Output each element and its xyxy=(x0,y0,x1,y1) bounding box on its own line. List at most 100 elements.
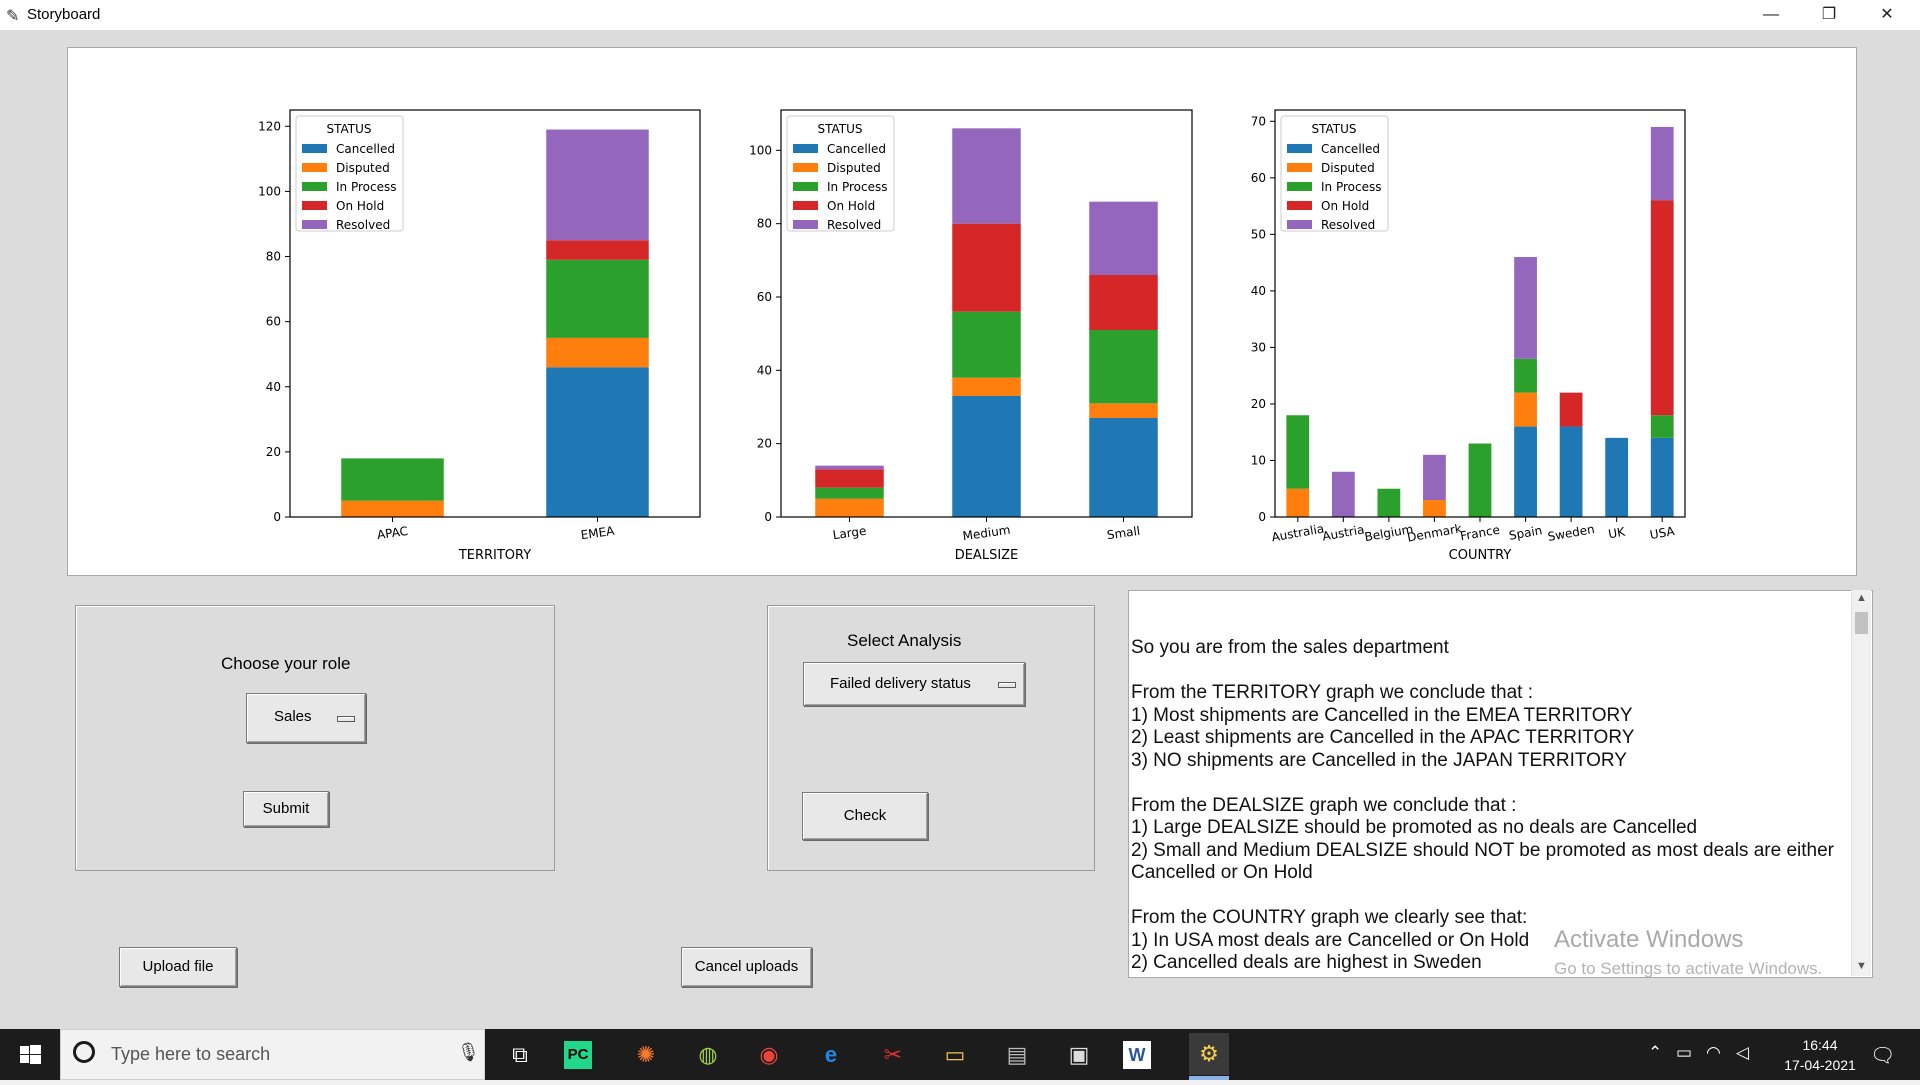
title-bar: ✎ Storyboard — ❐ ✕ xyxy=(0,0,1920,31)
bar-resolved xyxy=(1650,126,1674,201)
bar-in-process xyxy=(1650,415,1674,438)
output-line: So you are from the sales department xyxy=(1131,637,1449,658)
bar-cancelled xyxy=(1605,437,1629,517)
x-tick-label: Spain xyxy=(1508,523,1543,543)
pycharm-icon[interactable]: PC xyxy=(564,1041,592,1069)
scroll-thumb[interactable] xyxy=(1855,612,1868,634)
legend-label: Cancelled xyxy=(336,142,395,156)
bar-disputed xyxy=(815,498,884,517)
clock-date: 17-04-2021 xyxy=(1784,1057,1856,1073)
taskbar-search[interactable]: Type here to search 🎙 xyxy=(60,1029,485,1080)
legend-swatch xyxy=(793,220,818,229)
bar-resolved xyxy=(1089,201,1158,275)
upload-file-button[interactable]: Upload file xyxy=(119,947,237,987)
bar-resolved xyxy=(1514,256,1537,359)
y-tick-label: 30 xyxy=(1251,340,1266,354)
bar-in-process xyxy=(546,259,649,338)
x-tick-label: Sweden xyxy=(1547,522,1596,544)
bar-in-process xyxy=(1089,330,1158,404)
output-scrollbar[interactable]: ▲ ▼ xyxy=(1851,590,1871,976)
legend-label: Resolved xyxy=(827,218,881,232)
edge-icon[interactable]: e xyxy=(813,1037,849,1073)
bar-resolved xyxy=(1331,471,1355,517)
android-app-icon[interactable]: ◍ xyxy=(690,1037,726,1073)
legend-title: STATUS xyxy=(817,122,862,136)
analysis-dropdown[interactable]: Failed delivery status xyxy=(803,662,1025,706)
close-button[interactable]: ✕ xyxy=(1864,0,1910,30)
legend-swatch xyxy=(793,182,818,191)
bar-in-process xyxy=(1514,358,1537,393)
legend-swatch xyxy=(302,144,327,153)
analysis-label: Select Analysis xyxy=(847,631,962,650)
bar-on-hold xyxy=(1650,200,1674,416)
legend-label: Cancelled xyxy=(1321,142,1380,156)
x-tick-label: Large xyxy=(832,524,867,543)
terminal-icon[interactable]: ▣ xyxy=(1061,1037,1097,1073)
notifications-icon[interactable]: 🗨 xyxy=(1870,1043,1895,1068)
y-tick-label: 50 xyxy=(1251,227,1266,241)
bar-on-hold xyxy=(1089,275,1158,330)
taskbar-clock[interactable]: 16:44 17-04-2021 xyxy=(1780,1035,1860,1075)
output-line: 1) Most shipments are Cancelled in the E… xyxy=(1131,704,1633,726)
check-button[interactable]: Check xyxy=(802,792,928,840)
app-window-icon[interactable]: ▤ xyxy=(999,1037,1035,1073)
start-button[interactable] xyxy=(0,1029,60,1080)
y-tick-label: 70 xyxy=(1251,114,1266,128)
legend-title: STATUS xyxy=(1311,122,1356,136)
cortana-circle-icon xyxy=(73,1041,95,1063)
x-tick-label: APAC xyxy=(376,524,409,542)
legend-swatch xyxy=(302,201,327,210)
legend-label: In Process xyxy=(827,180,887,194)
role-panel: Choose your role Sales Submit xyxy=(75,605,555,871)
output-line: From the DEALSIZE graph we conclude that… xyxy=(1131,794,1517,816)
clock-time: 16:44 xyxy=(1802,1037,1838,1053)
activate-windows-hint: Go to Settings to activate Windows. xyxy=(1554,959,1823,978)
analysis-panel: Select Analysis Failed delivery status C… xyxy=(767,605,1095,871)
microphone-icon[interactable]: 🎙 xyxy=(457,1042,480,1063)
maximize-button[interactable]: ❐ xyxy=(1806,0,1852,30)
role-dropdown[interactable]: Sales xyxy=(246,693,366,743)
bar-disputed xyxy=(546,337,649,368)
cancel-uploads-button[interactable]: Cancel uploads xyxy=(681,947,812,987)
bar-in-process xyxy=(815,487,884,499)
submit-button[interactable]: Submit xyxy=(243,791,329,827)
x-axis-label: COUNTRY xyxy=(1449,548,1512,563)
output-line: 1) Large DEALSIZE should be promoted as … xyxy=(1131,817,1698,838)
legend-swatch xyxy=(1287,220,1312,229)
minimize-button[interactable]: — xyxy=(1748,0,1794,30)
show-hidden-icons-icon[interactable]: ⌃ xyxy=(1648,1043,1662,1063)
x-tick-label: Austria xyxy=(1321,522,1365,543)
battery-icon[interactable]: ▭ xyxy=(1676,1043,1692,1063)
bar-disputed xyxy=(1514,392,1537,427)
dropdown-indicator-icon xyxy=(998,682,1016,688)
active-app-indicator xyxy=(1189,1076,1229,1080)
task-view-icon[interactable]: ⧉ xyxy=(502,1037,538,1073)
chrome-icon[interactable]: ◉ xyxy=(751,1037,787,1073)
y-tick-label: 100 xyxy=(749,143,772,157)
snipping-tool-icon[interactable]: ✂ xyxy=(875,1037,911,1073)
y-tick-label: 60 xyxy=(757,290,772,304)
output-line: 2) Least shipments are Cancelled in the … xyxy=(1131,727,1635,748)
avast-icon[interactable]: ✺ xyxy=(628,1037,664,1073)
x-axis-label: TERRITORY xyxy=(458,548,531,563)
python-icon[interactable]: ⚙ xyxy=(1189,1033,1229,1075)
file-explorer-icon[interactable]: ▭ xyxy=(937,1037,973,1073)
analysis-output-textbox[interactable]: So you are from the sales department Fro… xyxy=(1128,590,1873,978)
legend-swatch xyxy=(1287,201,1312,210)
scroll-up-arrow-icon[interactable]: ▲ xyxy=(1856,592,1867,604)
scroll-down-arrow-icon[interactable]: ▼ xyxy=(1856,960,1867,972)
wifi-icon[interactable]: ◠ xyxy=(1706,1043,1721,1063)
legend-label: On Hold xyxy=(827,199,875,213)
y-tick-label: 10 xyxy=(1251,453,1266,467)
word-icon[interactable]: W xyxy=(1123,1041,1151,1069)
x-tick-label: Australia xyxy=(1270,521,1325,544)
legend-label: Resolved xyxy=(1321,218,1375,232)
analysis-selected: Failed delivery status xyxy=(830,675,971,692)
volume-icon[interactable]: ◁ xyxy=(1736,1043,1749,1063)
legend-swatch xyxy=(1287,163,1312,172)
output-line: From the TERRITORY graph we conclude tha… xyxy=(1131,682,1534,703)
bar-in-process xyxy=(1468,443,1492,517)
